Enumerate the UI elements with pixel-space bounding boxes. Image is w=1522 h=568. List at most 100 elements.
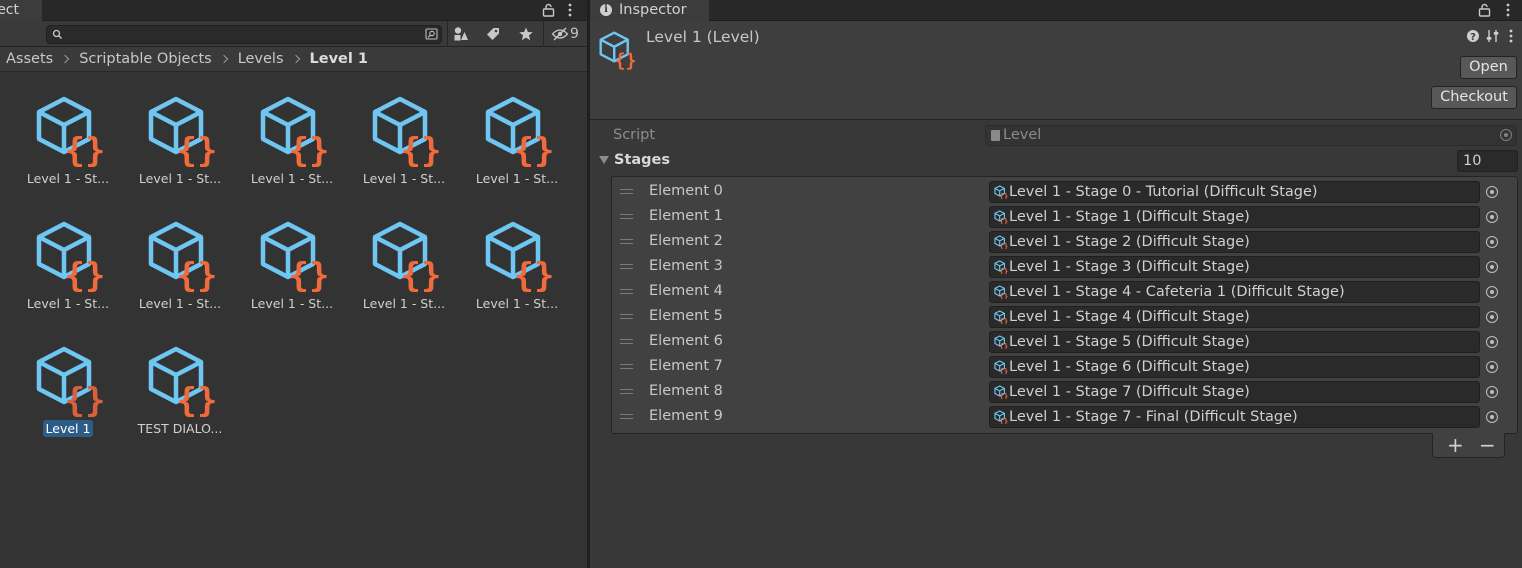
svg-text:{}: {}	[1000, 316, 1008, 324]
scriptable-object-icon: {}	[994, 385, 1008, 399]
object-field[interactable]: {} Level 1 - Stage 3 (Difficult Stage)	[989, 256, 1480, 278]
breadcrumb-item-assets[interactable]: Assets	[6, 51, 53, 67]
object-picker-icon[interactable]	[1486, 286, 1498, 298]
tab-inspector[interactable]: i Inspector	[590, 0, 709, 21]
drag-handle[interactable]	[620, 339, 633, 344]
drag-handle[interactable]	[620, 314, 633, 319]
foldout-arrow-icon[interactable]	[599, 156, 609, 164]
object-field-value: Level 1 - Stage 4 - Cafeteria 1 (Difficu…	[1009, 284, 1345, 300]
component-menu-icon[interactable]	[1508, 29, 1514, 43]
drag-handle[interactable]	[620, 414, 633, 419]
object-field[interactable]: {} Level 1 - Stage 6 (Difficult Stage)	[989, 356, 1480, 378]
asset-item[interactable]: {} Level 1 - St...	[12, 95, 124, 205]
search-by-type-icon[interactable]	[425, 28, 439, 41]
breadcrumb-item-scriptable-objects[interactable]: Scriptable Objects	[79, 51, 211, 67]
breadcrumb-item-levels[interactable]: Levels	[238, 51, 284, 67]
asset-item[interactable]: {} Level 1	[12, 345, 124, 455]
svg-text:{}: {}	[615, 51, 637, 70]
drag-handle[interactable]	[620, 189, 633, 194]
open-button[interactable]: Open	[1460, 56, 1517, 79]
object-picker-icon[interactable]	[1486, 386, 1498, 398]
asset-item[interactable]: {} Level 1 - St...	[124, 95, 236, 205]
drag-handle[interactable]	[620, 239, 633, 244]
hidden-packages-toggle[interactable]: 9	[549, 24, 581, 44]
list-footer: + −	[1432, 433, 1505, 458]
object-field[interactable]: {} Level 1 - Stage 4 - Cafeteria 1 (Diffi…	[989, 281, 1480, 303]
drag-handle[interactable]	[620, 289, 633, 294]
object-picker-icon[interactable]	[1486, 236, 1498, 248]
object-field[interactable]: {} Level 1 - Stage 2 (Difficult Stage)	[989, 231, 1480, 253]
element-label: Element 2	[649, 233, 723, 249]
asset-item[interactable]: {} Level 1 - St...	[461, 95, 573, 205]
asset-label: Level 1 - St...	[26, 171, 110, 186]
object-picker-icon[interactable]	[1486, 336, 1498, 348]
object-picker-icon[interactable]	[1486, 261, 1498, 273]
asset-item[interactable]: {} Level 1 - St...	[348, 95, 460, 205]
svg-text:{}: {}	[177, 256, 218, 292]
search-by-label-button[interactable]	[484, 24, 502, 44]
asset-item[interactable]: {} Level 1 - St...	[236, 220, 348, 330]
svg-text:{}: {}	[65, 381, 106, 417]
object-picker-icon[interactable]	[1486, 186, 1498, 198]
asset-item[interactable]: {} Level 1 - St...	[348, 220, 460, 330]
scriptable-object-icon: {}	[994, 410, 1008, 424]
more-menu-icon[interactable]	[567, 3, 573, 17]
lock-icon[interactable]	[1478, 3, 1491, 17]
object-field-value: Level 1 - Stage 7 (Difficult Stage)	[1009, 384, 1250, 400]
svg-text:{}: {}	[65, 256, 106, 292]
lock-icon[interactable]	[542, 3, 555, 17]
search-icon	[52, 29, 62, 39]
object-field[interactable]: {} Level 1 - Stage 7 - Final (Difficult S…	[989, 406, 1480, 428]
object-picker-icon[interactable]	[1486, 361, 1498, 373]
chevron-right-icon	[60, 54, 70, 64]
breadcrumb-item-level-1[interactable]: Level 1	[310, 51, 368, 67]
help-icon[interactable]: ?	[1466, 29, 1480, 43]
scriptable-object-icon: {}	[994, 185, 1008, 199]
object-field[interactable]: {} Level 1 - Stage 0 - Tutorial (Difficul…	[989, 181, 1480, 203]
drag-handle[interactable]	[620, 264, 633, 269]
object-field-value: Level 1 - Stage 6 (Difficult Stage)	[1009, 359, 1250, 375]
scriptable-object-icon: {}	[148, 346, 217, 417]
search-input[interactable]	[65, 26, 420, 43]
search-field[interactable]	[46, 25, 442, 44]
inspector-tab-bar: i Inspector	[590, 0, 1522, 21]
scriptable-object-icon: {}	[485, 221, 554, 292]
more-menu-icon[interactable]	[1505, 3, 1511, 17]
asset-item[interactable]: {} TEST DIALO...	[124, 345, 236, 455]
svg-text:{}: {}	[65, 131, 106, 167]
svg-text:{}: {}	[289, 256, 330, 292]
object-field[interactable]: {} Level 1 - Stage 4 (Difficult Stage)	[989, 306, 1480, 328]
favorites-button[interactable]	[517, 24, 535, 44]
add-element-button[interactable]: +	[1447, 434, 1464, 456]
asset-item[interactable]: {} Level 1 - St...	[124, 220, 236, 330]
drag-handle[interactable]	[620, 214, 633, 219]
checkout-button[interactable]: Checkout	[1431, 86, 1517, 109]
asset-label: Level 1 - St...	[475, 296, 559, 311]
svg-text:{}: {}	[1000, 291, 1008, 299]
tab-inspector-label: Inspector	[619, 2, 687, 18]
object-picker-icon[interactable]	[1486, 311, 1498, 323]
svg-text:{}: {}	[1000, 341, 1008, 349]
remove-element-button[interactable]: −	[1479, 434, 1496, 456]
object-picker-icon[interactable]	[1486, 411, 1498, 423]
asset-item[interactable]: {} Level 1 - St...	[236, 95, 348, 205]
asset-item[interactable]: {} Level 1 - St...	[12, 220, 124, 330]
drag-handle[interactable]	[620, 389, 633, 394]
object-field[interactable]: {} Level 1 - Stage 1 (Difficult Stage)	[989, 206, 1480, 228]
asset-item[interactable]: {} Level 1 - St...	[461, 220, 573, 330]
object-field[interactable]: {} Level 1 - Stage 5 (Difficult Stage)	[989, 331, 1480, 353]
drag-handle[interactable]	[620, 364, 633, 369]
tab-project[interactable]: Project	[0, 0, 42, 21]
object-field-value: Level 1 - Stage 4 (Difficult Stage)	[1009, 309, 1250, 325]
script-value: Level	[1003, 127, 1042, 143]
preset-icon[interactable]	[1486, 29, 1500, 43]
asset-label: Level 1 - St...	[362, 296, 446, 311]
stages-label[interactable]: Stages	[614, 152, 670, 168]
object-picker-icon	[1500, 129, 1512, 141]
scriptable-object-icon: {}	[36, 346, 106, 417]
object-field[interactable]: {} Level 1 - Stage 7 (Difficult Stage)	[989, 381, 1480, 403]
stages-size-field[interactable]: 10	[1457, 150, 1518, 172]
list-element-row: Element 8 {} Level 1 - Stage 7 (Difficult …	[612, 380, 1517, 405]
search-by-type-button[interactable]	[452, 24, 470, 44]
object-picker-icon[interactable]	[1486, 211, 1498, 223]
